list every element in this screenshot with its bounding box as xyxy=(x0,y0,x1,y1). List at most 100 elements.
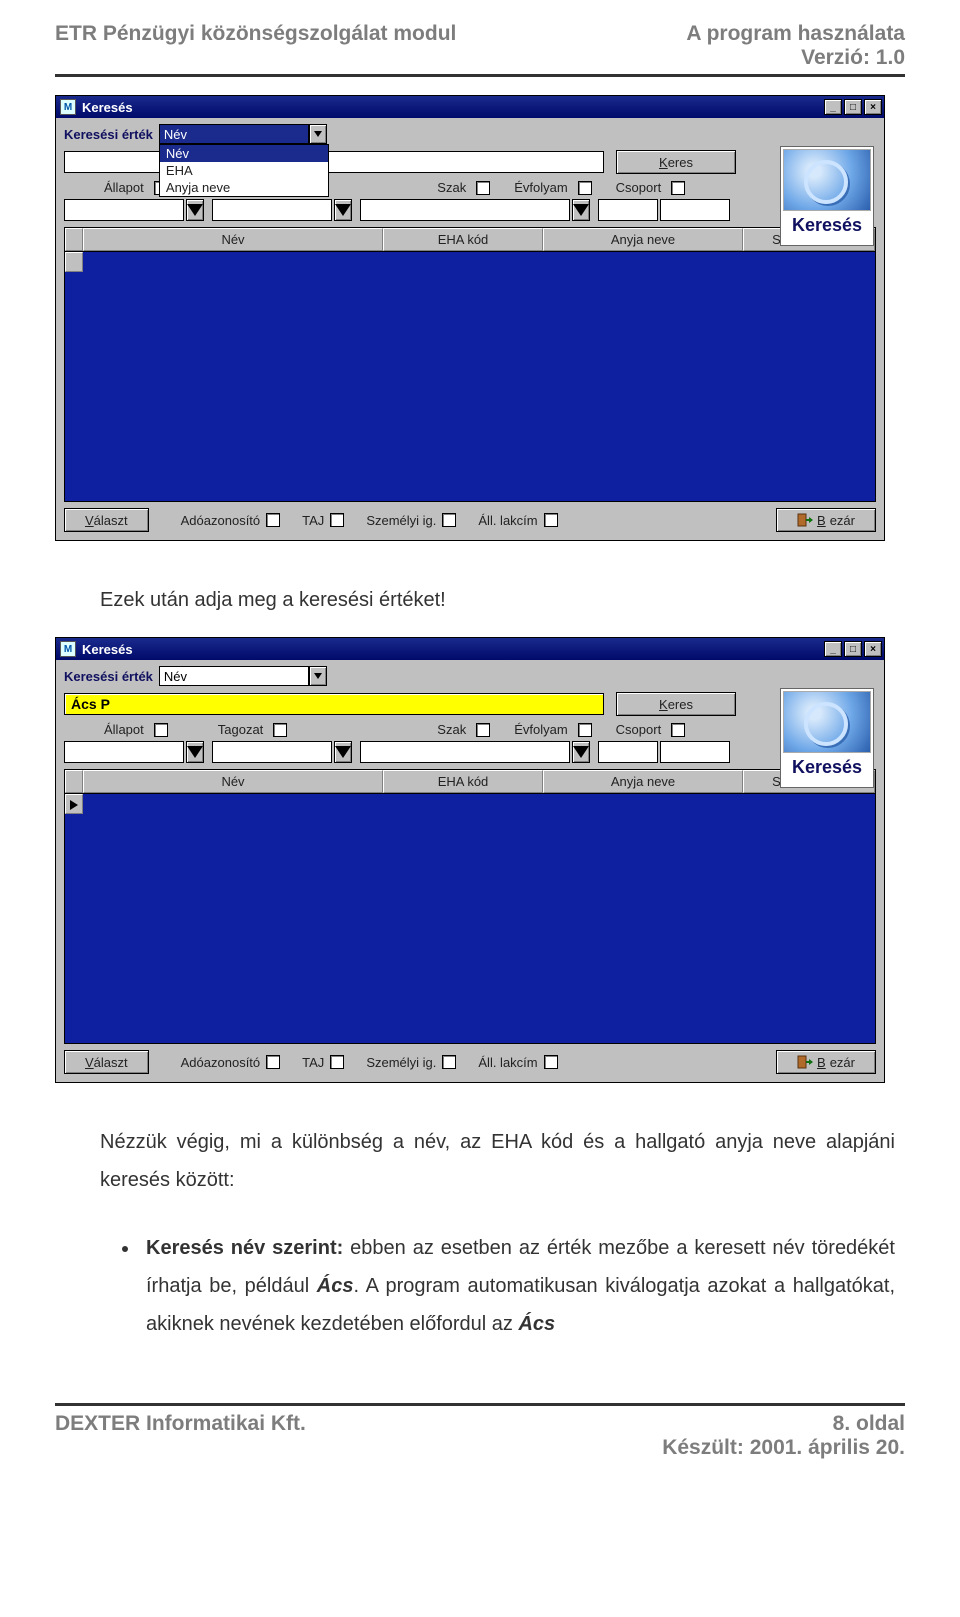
door-exit-icon xyxy=(797,513,813,527)
evfolyam-checkbox[interactable] xyxy=(578,723,592,737)
col-anyja[interactable]: Anyja neve xyxy=(543,770,743,793)
col-nev[interactable]: Név xyxy=(83,770,383,793)
col-eha[interactable]: EHA kód xyxy=(383,770,543,793)
combo-input[interactable] xyxy=(159,666,309,686)
combo-dropdown[interactable]: Név EHA Anyja neve xyxy=(159,144,329,197)
szak-checkbox[interactable] xyxy=(476,181,490,195)
szak-field[interactable] xyxy=(360,199,570,221)
evfolyam-field[interactable] xyxy=(598,199,658,221)
grid-body[interactable] xyxy=(64,794,876,1044)
adoaz-checkbox[interactable] xyxy=(266,513,280,527)
allapot-dropdown-button[interactable] xyxy=(186,741,204,763)
header-rule xyxy=(55,74,905,77)
magnifier-icon xyxy=(783,149,871,211)
allapot-label: Állapot xyxy=(104,180,144,195)
lakcim-label: Áll. lakcím xyxy=(478,513,537,528)
csoport-label: Csoport xyxy=(616,722,662,737)
chevron-down-icon xyxy=(335,746,351,758)
taj-checkbox[interactable] xyxy=(330,513,344,527)
grid-rowselector-header xyxy=(65,228,83,251)
search-type-combo[interactable] xyxy=(159,666,329,686)
search-value-input[interactable] xyxy=(64,693,604,715)
combo-button[interactable] xyxy=(309,124,327,144)
chevron-down-icon xyxy=(573,204,589,216)
szemig-label: Személyi ig. xyxy=(366,1055,436,1070)
szemig-checkbox[interactable] xyxy=(442,513,456,527)
minimize-button[interactable]: _ xyxy=(824,99,842,115)
combo-input[interactable] xyxy=(159,124,309,144)
szemig-checkbox[interactable] xyxy=(442,1055,456,1069)
chevron-down-icon xyxy=(187,746,203,758)
keres-button[interactable]: Keres xyxy=(616,692,736,716)
allapot-dropdown-button[interactable] xyxy=(186,199,204,221)
tagozat-field[interactable] xyxy=(212,741,332,763)
csoport-checkbox[interactable] xyxy=(671,181,685,195)
tagozat-dropdown-button[interactable] xyxy=(334,741,352,763)
combo-option-nev[interactable]: Név xyxy=(160,145,328,162)
csoport-field[interactable] xyxy=(660,199,730,221)
allapot-checkbox[interactable] xyxy=(154,723,168,737)
minimize-button[interactable]: _ xyxy=(824,641,842,657)
csoport-label: Csoport xyxy=(616,180,662,195)
allapot-field[interactable] xyxy=(64,741,184,763)
maximize-button[interactable]: □ xyxy=(844,99,862,115)
lakcim-checkbox[interactable] xyxy=(544,513,558,527)
keres-button[interactable]: Keres xyxy=(616,150,736,174)
search-badge: Keresés xyxy=(780,688,874,788)
footer-left: DEXTER Informatikai Kft. xyxy=(55,1412,306,1460)
app-icon: M xyxy=(60,641,76,657)
window-title: Keresés xyxy=(82,100,133,115)
combo-button[interactable] xyxy=(309,666,327,686)
search-label: Keresési érték xyxy=(64,127,153,142)
valaszt-button[interactable]: Választ xyxy=(64,508,149,532)
bezar-button[interactable]: Bezár xyxy=(776,1050,876,1074)
szemig-label: Személyi ig. xyxy=(366,513,436,528)
grid-rowselector-header xyxy=(65,770,83,793)
taj-checkbox[interactable] xyxy=(330,1055,344,1069)
door-exit-icon xyxy=(797,1055,813,1069)
valaszt-button[interactable]: Választ xyxy=(64,1050,149,1074)
lakcim-checkbox[interactable] xyxy=(544,1055,558,1069)
close-button[interactable]: × xyxy=(864,641,882,657)
body-line-1: Ezek után adja meg a keresési értéket! xyxy=(65,581,895,619)
tagozat-checkbox[interactable] xyxy=(273,723,287,737)
combo-option-anyja[interactable]: Anyja neve xyxy=(160,179,328,196)
bullet-lead: Keresés név szerint: xyxy=(146,1237,343,1259)
close-button[interactable]: × xyxy=(864,99,882,115)
titlebar[interactable]: M Keresés _ □ × xyxy=(56,96,884,118)
evfolyam-field[interactable] xyxy=(598,741,658,763)
taj-label: TAJ xyxy=(302,513,324,528)
bullet-ital-1: Ács xyxy=(317,1275,354,1297)
maximize-button[interactable]: □ xyxy=(844,641,862,657)
titlebar[interactable]: M Keresés _ □ × xyxy=(56,638,884,660)
search-value-input[interactable] xyxy=(64,151,604,173)
szak-checkbox[interactable] xyxy=(476,723,490,737)
combo-option-eha[interactable]: EHA xyxy=(160,162,328,179)
allapot-field[interactable] xyxy=(64,199,184,221)
bezar-button[interactable]: Bezár xyxy=(776,508,876,532)
csoport-checkbox[interactable] xyxy=(671,723,685,737)
col-anyja[interactable]: Anyja neve xyxy=(543,228,743,251)
tagozat-dropdown-button[interactable] xyxy=(334,199,352,221)
footer-right-1: 8. oldal xyxy=(662,1412,905,1436)
szak-field[interactable] xyxy=(360,741,570,763)
col-eha[interactable]: EHA kód xyxy=(383,228,543,251)
search-badge: Keresés xyxy=(780,146,874,246)
szak-dropdown-button[interactable] xyxy=(572,199,590,221)
adoaz-checkbox[interactable] xyxy=(266,1055,280,1069)
badge-text: Keresés xyxy=(783,211,871,236)
evfolyam-checkbox[interactable] xyxy=(578,181,592,195)
szak-label: Szak xyxy=(437,180,466,195)
grid-row-handle[interactable] xyxy=(65,252,83,272)
search-window-1: M Keresés _ □ × Keresés Keresési érték N… xyxy=(55,95,885,541)
evfolyam-label: Évfolyam xyxy=(514,180,567,195)
tagozat-field[interactable] xyxy=(212,199,332,221)
szak-dropdown-button[interactable] xyxy=(572,741,590,763)
search-type-combo[interactable]: Név EHA Anyja neve xyxy=(159,124,329,144)
csoport-field[interactable] xyxy=(660,741,730,763)
grid-body[interactable] xyxy=(64,252,876,502)
col-nev[interactable]: Név xyxy=(83,228,383,251)
grid-current-row-handle[interactable] xyxy=(65,794,83,814)
bullet-ital-2: Ács xyxy=(518,1313,555,1335)
evfolyam-label: Évfolyam xyxy=(514,722,567,737)
